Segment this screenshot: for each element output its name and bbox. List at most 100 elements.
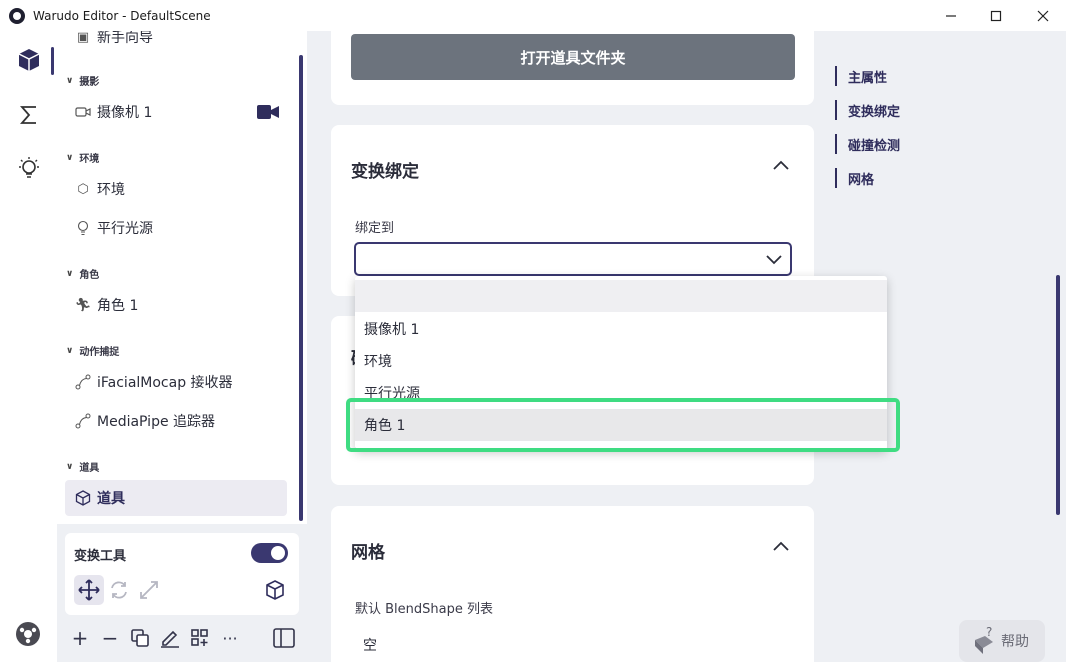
chevron-down-icon <box>766 255 782 265</box>
rail-blueprint-button[interactable] <box>0 88 57 142</box>
section-label: 角色 <box>79 270 100 281</box>
remove-button[interactable]: − <box>95 622 125 654</box>
tree-section-camera[interactable]: ∨ 摄影 <box>66 73 99 89</box>
rail-scene-button[interactable] <box>0 33 57 87</box>
node-link-icon <box>73 374 93 390</box>
rename-button[interactable] <box>155 622 185 654</box>
nav-mesh[interactable]: 网格 <box>835 168 874 188</box>
inspector-scrollbar[interactable] <box>1056 275 1060 515</box>
tree-section-mocap[interactable]: ∨ 动作捕捉 <box>66 343 120 359</box>
guide-icon: ▣ <box>76 31 90 45</box>
activity-rail <box>0 31 57 662</box>
duplicate-icon <box>131 629 149 647</box>
tree-item-prop[interactable]: 道具 <box>65 480 287 516</box>
chevron-down-icon: ∨ <box>66 345 74 356</box>
section-label: 环境 <box>79 154 100 165</box>
nav-collision-detection[interactable]: 碰撞检测 <box>835 134 900 154</box>
chevron-up-icon[interactable] <box>772 157 790 175</box>
video-camera-icon <box>257 105 279 119</box>
tree-item-character-1[interactable]: 🏃︎ 角色 1 <box>65 287 287 323</box>
move-tool-button[interactable] <box>74 575 104 605</box>
help-button[interactable]: ? 帮助 <box>959 620 1045 662</box>
tree-item-label: iFacialMocap 接收器 <box>97 375 233 391</box>
settings-gear-icon <box>16 622 40 646</box>
tree-item-label: 平行光源 <box>97 221 153 237</box>
cube-icon <box>18 49 39 71</box>
more-icon: ··· <box>222 628 238 648</box>
tree-item-label: MediaPipe 追踪器 <box>97 414 216 430</box>
local-space-button[interactable] <box>260 575 290 605</box>
scene-tree: ▣ 新手向导 ∨ 摄影 摄像机 1 ∨ 环境 ⬡ 环境 平行光源 ∨ 角色 🏃︎… <box>57 31 307 524</box>
section-label: 动作捕捉 <box>79 347 120 358</box>
tree-item-label: 摄像机 1 <box>97 105 153 121</box>
chevron-down-icon: ∨ <box>66 461 74 472</box>
tree-item-label: 新手向导 <box>97 31 153 46</box>
option-label: 摄像机 1 <box>364 322 420 338</box>
open-prop-folder-button[interactable]: 打开道具文件夹 <box>351 34 795 80</box>
maximize-button[interactable] <box>973 0 1019 31</box>
tree-item-environment[interactable]: ⬡ 环境 <box>65 171 287 207</box>
scale-tool-button[interactable] <box>134 575 164 605</box>
maximize-icon <box>990 10 1002 21</box>
minimize-button[interactable] <box>928 0 974 31</box>
transform-tool-toggle[interactable] <box>251 543 288 563</box>
sigma-icon <box>19 106 36 124</box>
duplicate-button[interactable] <box>125 622 155 654</box>
transform-binding-card: 变换绑定 绑定到 <box>331 125 814 296</box>
chevron-down-icon: ∨ <box>66 268 74 279</box>
title-bar: Warudo Editor - DefaultScene <box>0 0 1066 31</box>
rail-active-indicator <box>51 47 54 75</box>
tree-item-directional-light[interactable]: 平行光源 <box>65 210 287 246</box>
close-button[interactable] <box>1020 0 1066 31</box>
plus-icon: + <box>71 626 89 650</box>
tree-item-mediapipe[interactable]: MediaPipe 追踪器 <box>65 403 287 439</box>
help-label: 帮助 <box>1001 634 1029 650</box>
chevron-up-icon[interactable] <box>772 538 790 556</box>
tree-item-label: 环境 <box>97 182 125 198</box>
minus-icon: − <box>101 626 119 650</box>
add-button[interactable]: + <box>65 622 95 654</box>
tree-section-props[interactable]: ∨ 道具 <box>66 459 100 475</box>
tree-bottom-toolbar: + − ··· <box>57 622 307 656</box>
toggle-panel-button[interactable] <box>269 622 299 654</box>
tree-scrollbar[interactable] <box>299 55 303 521</box>
dropdown-option-empty[interactable] <box>355 280 887 312</box>
blendshape-list-label: 默认 BlendShape 列表 <box>355 602 493 617</box>
tree-item-camera-1[interactable]: 摄像机 1 <box>65 94 287 130</box>
tree-section-environment[interactable]: ∨ 环境 <box>66 150 100 166</box>
tree-item-ifacialmocap[interactable]: iFacialMocap 接收器 <box>65 364 287 400</box>
move-icon <box>78 579 100 601</box>
nav-transform-binding[interactable]: 变换绑定 <box>835 100 900 120</box>
transform-tool-panel: 变换工具 <box>65 533 299 615</box>
lightbulb-icon <box>73 220 93 236</box>
camera-icon <box>73 106 93 118</box>
nav-main-properties[interactable]: 主属性 <box>835 66 887 86</box>
add-grid-icon <box>191 629 208 646</box>
section-label: 道具 <box>79 463 100 474</box>
transform-tool-title: 变换工具 <box>74 549 127 564</box>
lightbulb-icon <box>18 157 39 178</box>
rotate-icon <box>111 581 127 599</box>
scale-icon <box>140 581 158 599</box>
dropdown-option-camera-1[interactable]: 摄像机 1 <box>355 313 887 345</box>
option-label: 环境 <box>364 354 392 370</box>
chevron-down-icon: ∨ <box>66 152 74 163</box>
add-group-button[interactable] <box>185 622 215 654</box>
edit-icon <box>161 630 179 648</box>
open-folder-card: 打开道具文件夹 <box>331 31 814 105</box>
more-button[interactable]: ··· <box>215 622 245 654</box>
settings-button[interactable] <box>14 620 42 648</box>
minimize-icon <box>946 14 956 17</box>
tree-item-guide[interactable]: ▣ 新手向导 <box>65 31 287 55</box>
rotate-tool-button[interactable] <box>104 575 134 605</box>
chevron-down-icon: ∨ <box>66 75 74 86</box>
rail-tips-button[interactable] <box>0 142 57 196</box>
transform-binding-title: 变换绑定 <box>351 162 419 182</box>
highlight-annotation-box <box>346 398 900 452</box>
node-link-icon <box>73 413 93 429</box>
tree-item-label: 角色 1 <box>97 298 139 314</box>
tree-section-character[interactable]: ∨ 角色 <box>66 266 100 282</box>
help-book-icon: ? <box>975 626 993 654</box>
dropdown-option-environment[interactable]: 环境 <box>355 345 887 377</box>
bind-to-select[interactable] <box>354 242 792 276</box>
